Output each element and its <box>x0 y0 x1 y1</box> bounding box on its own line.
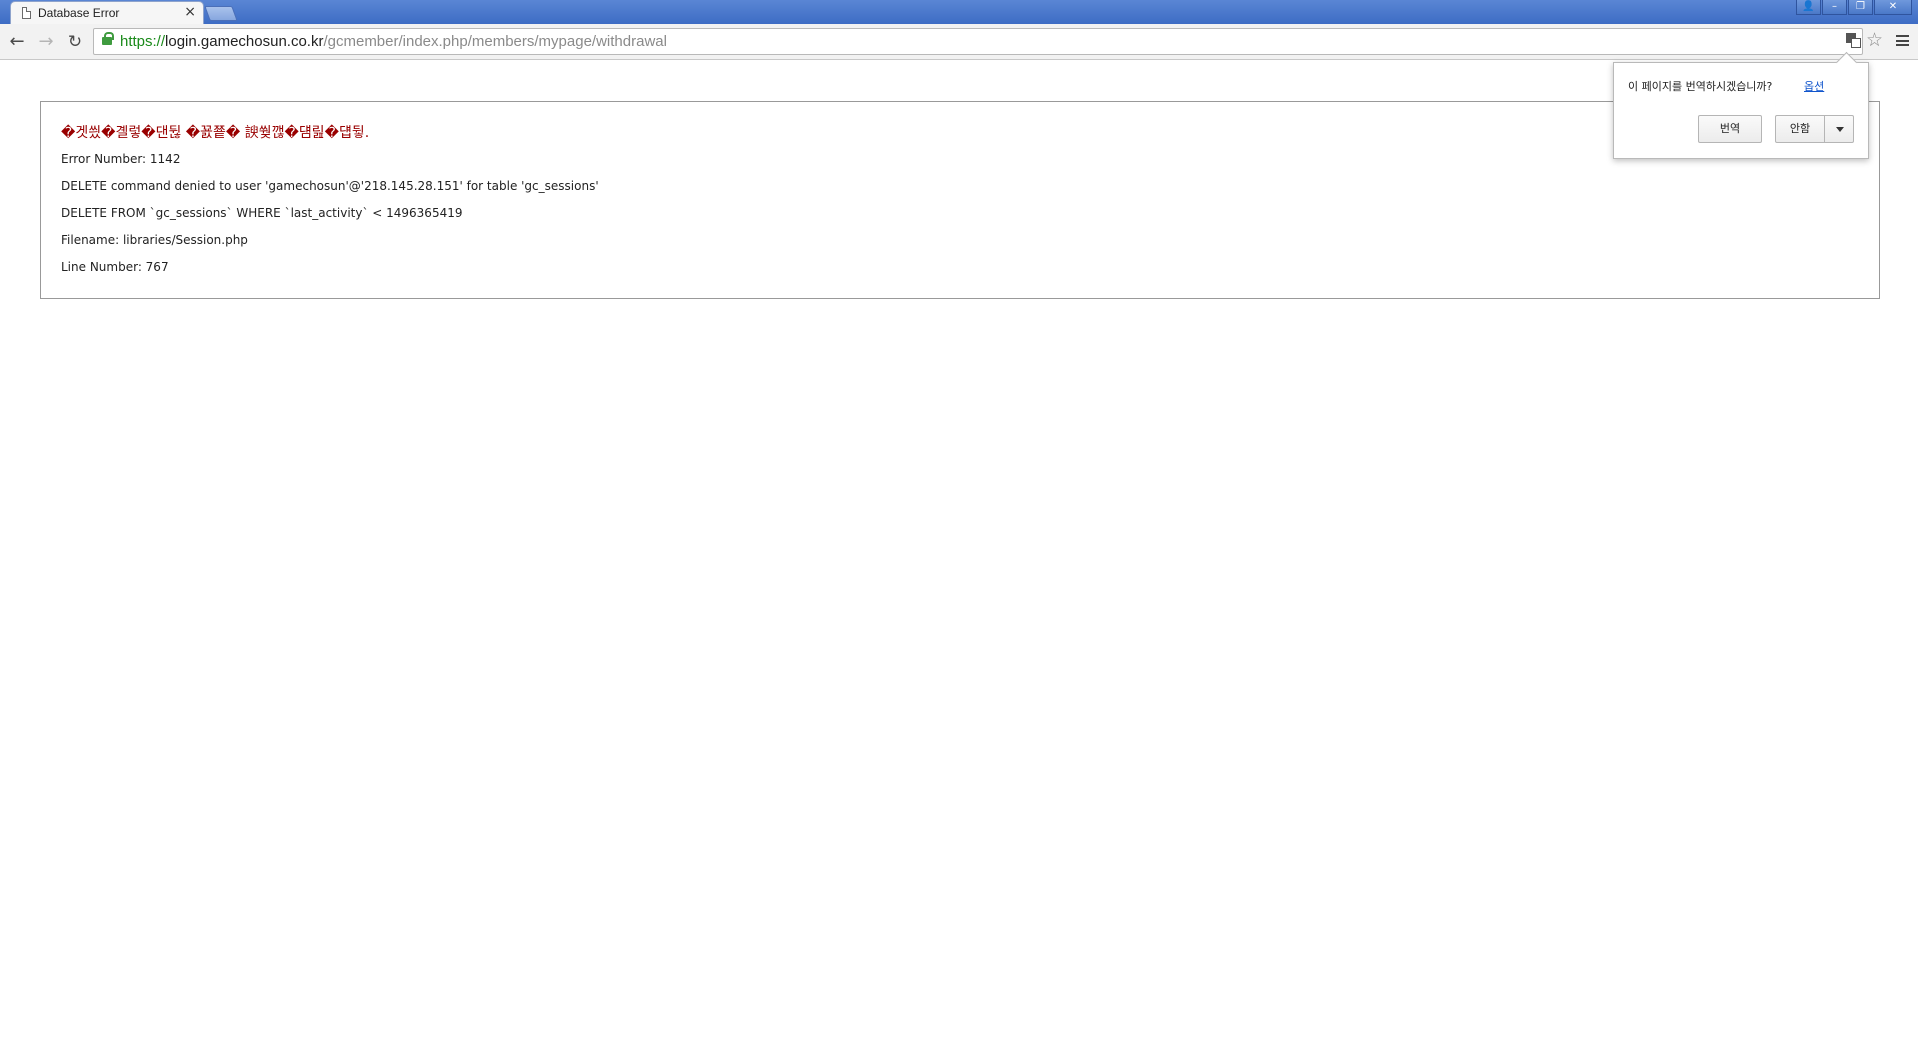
title-bar: Database Error × 👤 – ❐ ✕ <box>0 0 1918 24</box>
error-message: DELETE command denied to user 'gamechosu… <box>61 179 599 193</box>
url-scheme: https:// <box>120 33 166 50</box>
tab-title: Database Error <box>38 6 120 20</box>
translate-dropdown-button[interactable] <box>1824 115 1854 143</box>
translate-question: 이 페이지를 번역하시겠습니까? <box>1628 80 1773 93</box>
close-window-button[interactable]: ✕ <box>1874 0 1912 15</box>
nope-button[interactable]: 안함 <box>1775 115 1825 143</box>
translate-button[interactable]: 번역 <box>1698 115 1762 143</box>
tab-database-error[interactable]: Database Error × <box>10 1 204 24</box>
user-icon[interactable]: 👤 <box>1796 0 1821 15</box>
tab-close-icon[interactable]: × <box>184 4 196 20</box>
chevron-down-icon <box>1836 127 1844 132</box>
back-button[interactable]: ← <box>6 31 28 53</box>
page-icon <box>22 7 31 19</box>
translate-icon[interactable] <box>1846 33 1861 48</box>
browser-toolbar: ← → ↻ https://login.gamechosun.co.kr/gcm… <box>0 24 1918 60</box>
translate-options-link[interactable]: 옵션 <box>1804 78 1824 94</box>
error-line-number: Line Number: 767 <box>61 260 169 274</box>
error-heading: �겟씠�곌렇�댄뒪 �꾨쭅� 諛쒖깮�덈릺�덉뒿. <box>61 125 370 141</box>
error-filename: Filename: libraries/Session.php <box>61 233 248 247</box>
url-text[interactable]: https://login.gamechosun.co.kr/gcmember/… <box>120 33 667 50</box>
window-controls: 👤 – ❐ ✕ <box>1796 0 1912 17</box>
url-host: login.gamechosun.co.kr <box>165 33 324 50</box>
new-tab-button[interactable] <box>204 6 238 21</box>
menu-icon[interactable] <box>1896 35 1909 46</box>
lock-icon[interactable] <box>102 32 114 45</box>
forward-button[interactable]: → <box>35 31 57 53</box>
error-number: Error Number: 1142 <box>61 152 181 166</box>
url-path: /gcmember/index.php/members/mypage/withd… <box>323 33 667 50</box>
error-box: �겟씠�곌렇�댄뒪 �꾨쭅� 諛쒖깮�덈릺�덉뒿. Error Number: … <box>40 101 1880 299</box>
translate-bubble: 이 페이지를 번역하시겠습니까? 옵션 번역 안함 <box>1613 62 1869 159</box>
minimize-button[interactable]: – <box>1822 0 1847 15</box>
address-bar[interactable]: https://login.gamechosun.co.kr/gcmember/… <box>93 28 1863 55</box>
reload-button[interactable]: ↻ <box>64 31 86 53</box>
error-query: DELETE FROM `gc_sessions` WHERE `last_ac… <box>61 206 463 220</box>
restore-button[interactable]: ❐ <box>1848 0 1873 15</box>
bookmark-star-icon[interactable]: ☆ <box>1866 29 1883 51</box>
